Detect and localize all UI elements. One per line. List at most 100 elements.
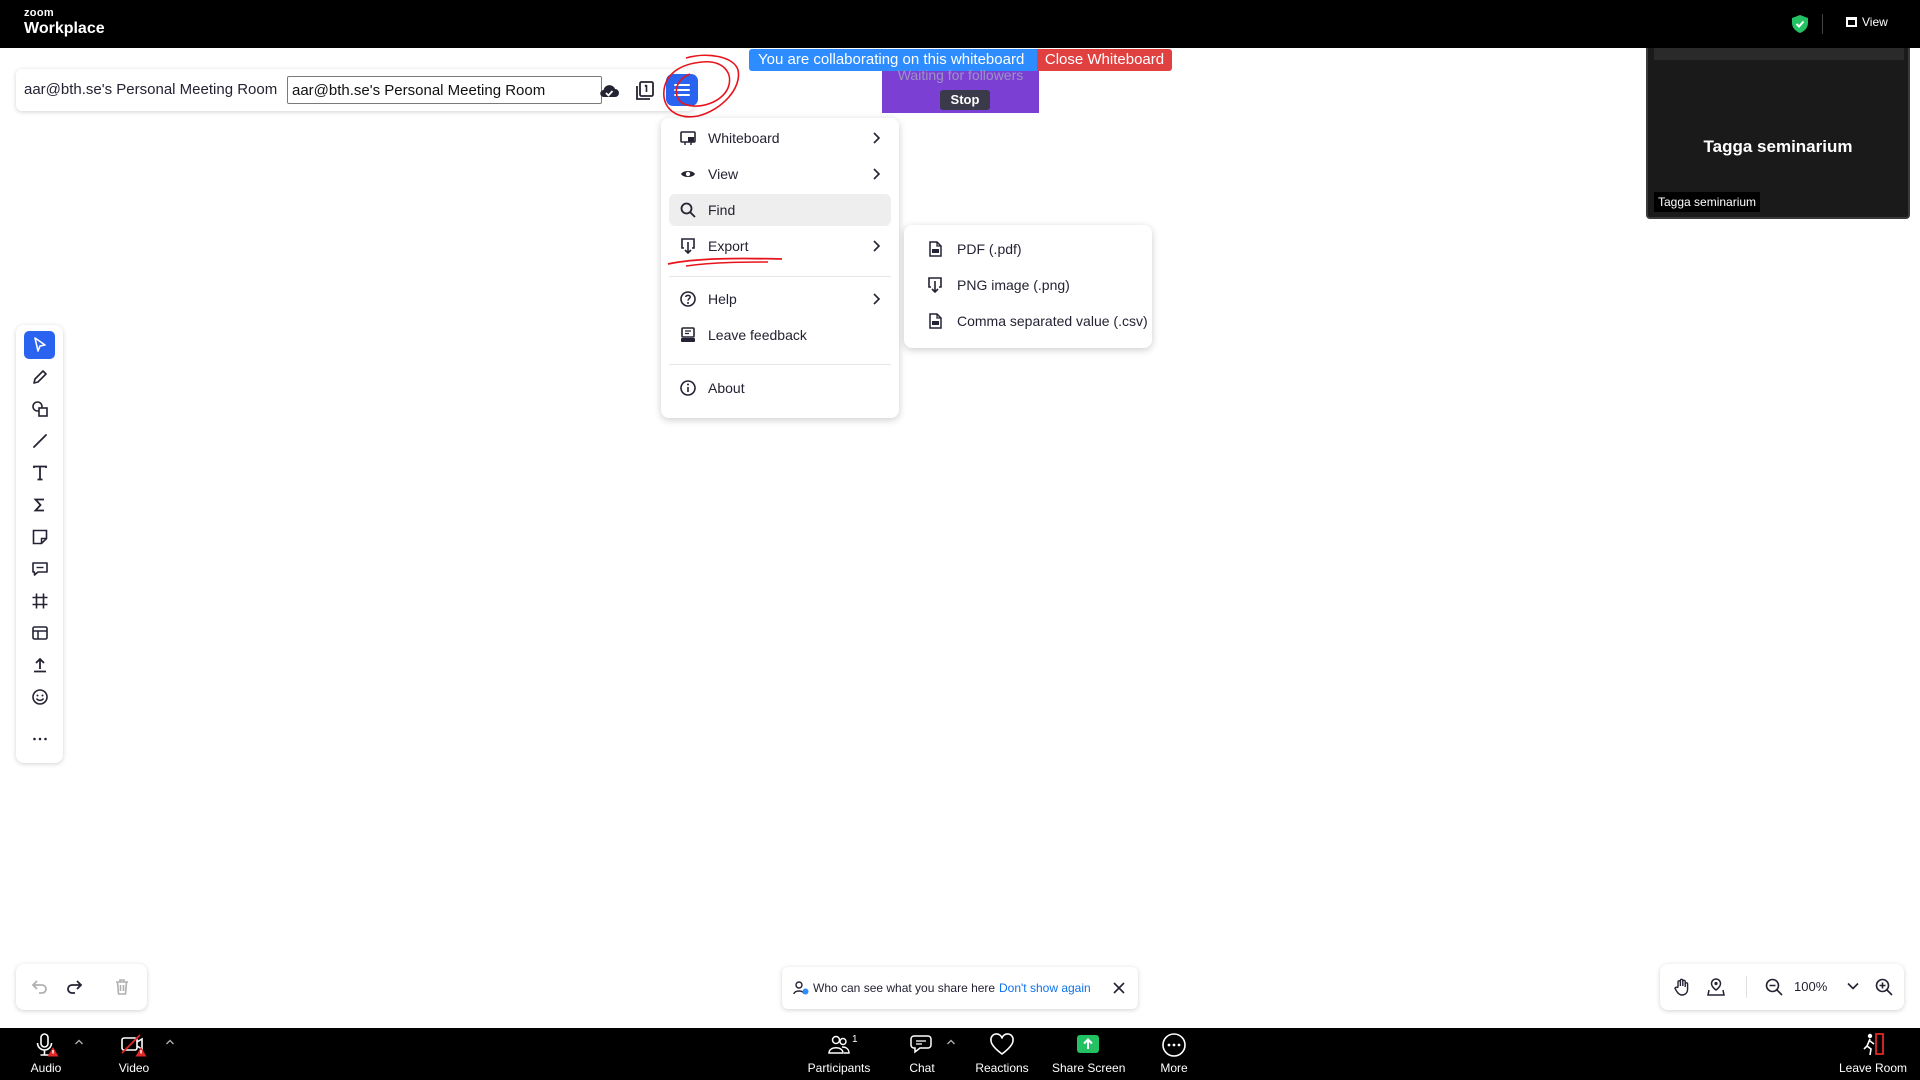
reactions-button[interactable]: Reactions [972, 1032, 1032, 1078]
zoom-level[interactable]: 100% [1794, 979, 1827, 994]
whiteboard-title: aar@bth.se's Personal Meeting Room [24, 81, 278, 98]
pages-icon[interactable] [634, 80, 656, 102]
export-option-label: PNG image (.png) [957, 277, 1070, 293]
more-button[interactable]: More [1156, 1032, 1192, 1078]
leave-room-button[interactable]: Leave Room [1838, 1032, 1908, 1078]
layout-icon [1846, 17, 1857, 27]
video-label: Video [118, 1061, 150, 1075]
participant-video-tile[interactable]: Tagga seminarium Tagga seminarium [1646, 48, 1910, 219]
zoom-in-icon[interactable] [1874, 977, 1894, 997]
tool-comment[interactable] [24, 555, 55, 583]
zoom-controls: 100% [1660, 964, 1904, 1010]
export-option-label: PDF (.pdf) [957, 241, 1022, 257]
frame-icon [32, 593, 47, 609]
menu-item-view[interactable]: View [669, 158, 891, 190]
emoji-icon [31, 689, 48, 705]
share-screen-label: Share Screen [1052, 1061, 1126, 1075]
tool-frame[interactable] [24, 587, 55, 615]
tool-select[interactable] [24, 331, 55, 359]
annotation-underline [667, 257, 783, 267]
tool-upload[interactable] [24, 651, 55, 679]
feedback-icon [681, 327, 695, 342]
more-icon [1162, 1033, 1186, 1057]
video-tile-topstrip [1654, 48, 1904, 60]
chat-options-caret-icon[interactable] [946, 1038, 956, 1046]
view-button[interactable]: View [1846, 15, 1888, 29]
export-icon [928, 277, 942, 293]
tool-template[interactable] [24, 619, 55, 647]
participants-button[interactable]: Participants [806, 1032, 872, 1078]
user-share-icon [793, 981, 809, 995]
menu-item-label: Leave feedback [708, 327, 807, 343]
sticky-note-icon [32, 529, 47, 545]
tool-text[interactable] [24, 459, 55, 487]
hand-pan-icon[interactable] [1672, 977, 1692, 997]
whiteboard-header: aar@bth.se's Personal Meeting Room [16, 69, 698, 111]
meeting-controls-bar: Audio Video Participants 1 Chat Reaction… [0, 1028, 1920, 1080]
shield-icon[interactable] [1792, 15, 1808, 33]
trash-icon[interactable] [112, 977, 132, 997]
chevron-right-icon [873, 293, 881, 305]
tool-emoji[interactable] [24, 683, 55, 711]
close-whiteboard-button[interactable]: Close Whiteboard [1037, 49, 1172, 71]
whiteboard-name-input[interactable] [287, 76, 602, 104]
tool-shapes[interactable] [24, 395, 55, 423]
tool-pen[interactable] [24, 363, 55, 391]
brand-top: zoom [24, 7, 54, 19]
cloud-save-icon[interactable] [598, 80, 620, 102]
minimap-icon[interactable] [1706, 977, 1726, 997]
export-png-option[interactable]: PNG image (.png) [912, 269, 1144, 301]
reactions-label: Reactions [975, 1061, 1029, 1075]
history-controls [16, 964, 147, 1010]
stop-button[interactable]: Stop [940, 90, 990, 110]
tool-line[interactable] [24, 427, 55, 455]
more-label: More [1160, 1061, 1188, 1075]
export-pdf-option[interactable]: PDF (.pdf) [912, 233, 1144, 265]
chat-button[interactable]: Chat [904, 1032, 940, 1078]
participants-label: Participants [807, 1061, 871, 1075]
chevron-down-icon[interactable] [1846, 979, 1860, 993]
participant-name: Tagga seminarium [1703, 137, 1853, 156]
chevron-right-icon [873, 168, 881, 180]
dont-show-again-link[interactable]: Don't show again [999, 981, 1091, 995]
brand-name: Workplace [24, 20, 105, 37]
leave-room-icon [1863, 1033, 1884, 1056]
menu-item-find[interactable]: Find [669, 194, 891, 226]
menu-item-about[interactable]: About [669, 372, 891, 404]
video-button[interactable]: Video [114, 1032, 154, 1078]
annotation-circle [663, 54, 740, 118]
menu-item-label: View [708, 166, 739, 182]
sigma-icon [32, 498, 44, 512]
video-options-caret-icon[interactable] [165, 1038, 175, 1046]
template-icon [31, 626, 48, 640]
video-off-icon [121, 1034, 147, 1057]
export-icon [681, 238, 695, 254]
participants-icon [828, 1035, 850, 1054]
menu-item-help[interactable]: Help [669, 283, 891, 315]
zoom-logo: zoom Workplace [24, 8, 105, 37]
tool-more[interactable] [24, 725, 55, 753]
view-label: View [1862, 15, 1888, 29]
redo-icon[interactable] [64, 977, 84, 997]
menu-item-label: Whiteboard [708, 130, 780, 146]
audio-options-caret-icon[interactable] [74, 1038, 84, 1046]
tool-formula[interactable] [24, 491, 55, 519]
close-icon[interactable] [1112, 981, 1126, 995]
upload-icon [33, 657, 46, 673]
tool-sticky-note[interactable] [24, 523, 55, 551]
chevron-right-icon [873, 240, 881, 252]
audio-button[interactable]: Audio [26, 1032, 66, 1078]
menu-item-leave-feedback[interactable]: Leave feedback [669, 319, 891, 351]
menu-item-whiteboard[interactable]: Whiteboard [669, 122, 891, 154]
zoom-out-icon[interactable] [1764, 977, 1784, 997]
undo-icon[interactable] [30, 977, 50, 997]
shapes-icon [31, 401, 48, 417]
menu-item-label: About [708, 380, 745, 396]
menu-divider [669, 364, 891, 365]
export-csv-option[interactable]: Comma separated value (.csv) [912, 305, 1148, 337]
share-screen-button[interactable]: Share Screen [1052, 1032, 1126, 1078]
zoom-divider [1746, 976, 1747, 998]
chat-label: Chat [909, 1061, 935, 1075]
leave-room-label: Leave Room [1838, 1061, 1908, 1075]
participant-name-tag: Tagga seminarium [1654, 192, 1761, 212]
